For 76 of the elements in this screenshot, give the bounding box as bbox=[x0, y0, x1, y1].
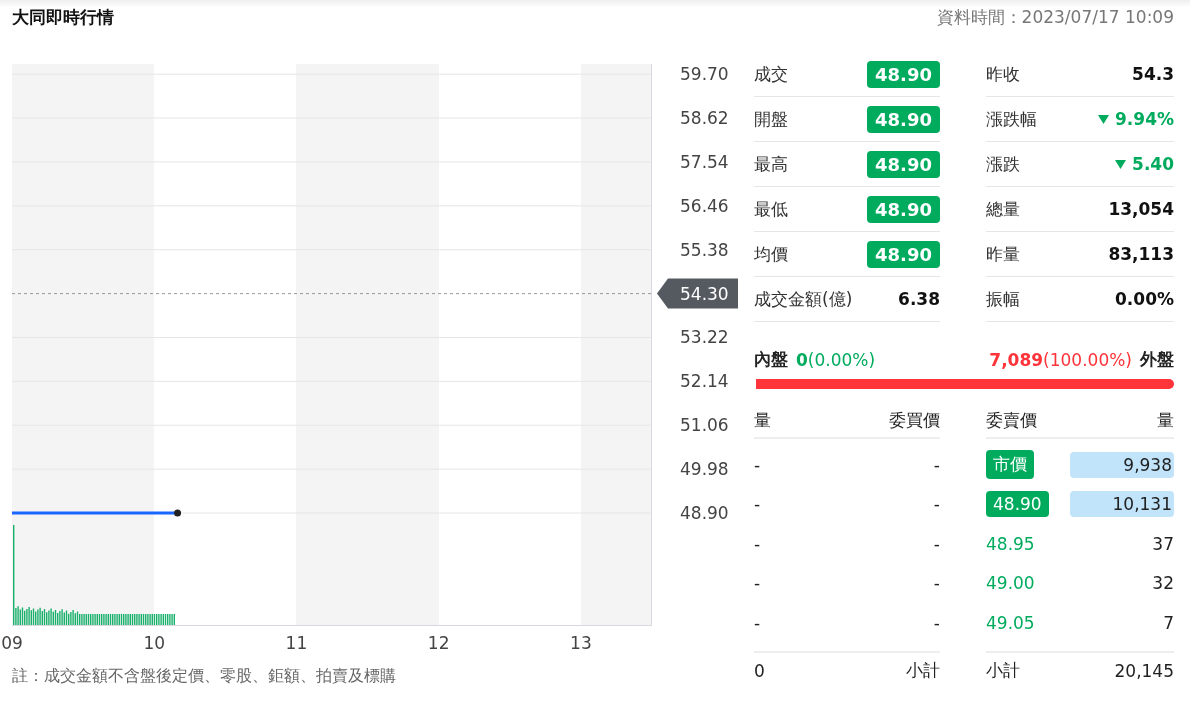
stat-label: 最低 bbox=[754, 197, 788, 221]
outer-label: 外盤 bbox=[1140, 348, 1174, 371]
outer-volume: 7,089(100.00%) bbox=[989, 349, 1132, 370]
stat-label: 成交 bbox=[754, 62, 788, 86]
stat-label: 漲跌 bbox=[986, 152, 1020, 176]
price-badge: 48.90 bbox=[867, 60, 940, 88]
y-axis-label: 49.98 bbox=[680, 459, 729, 480]
ask-volume: 7 bbox=[1163, 612, 1174, 633]
stat-label: 振幅 bbox=[986, 287, 1020, 311]
stat-value: 83,113 bbox=[1108, 244, 1174, 264]
ask-price: 49.00 bbox=[986, 573, 1035, 594]
subtotal-label: 小計 bbox=[986, 659, 1020, 682]
bid-volume: - bbox=[754, 573, 761, 594]
data-time: 資料時間：2023/07/17 10:09 bbox=[936, 5, 1174, 29]
stat-label: 最高 bbox=[754, 152, 788, 176]
ask-price: 49.05 bbox=[986, 612, 1035, 633]
price-badge: 48.90 bbox=[986, 491, 1049, 518]
subtotal-value: 20,145 bbox=[1114, 660, 1174, 681]
stat-value: 9.94% bbox=[1115, 109, 1174, 129]
bid-volume: - bbox=[754, 612, 761, 633]
stat-value: 54.3 bbox=[1132, 64, 1174, 84]
x-axis-label: 11 bbox=[285, 633, 308, 653]
reference-price: 54.30 bbox=[680, 283, 729, 304]
stat-value: 6.38 bbox=[898, 289, 940, 309]
ask-price: 48.95 bbox=[986, 533, 1035, 554]
stat-value: 0.00% bbox=[1115, 289, 1174, 309]
price-badge: 市價 bbox=[986, 450, 1034, 480]
stat-value: 5.40 bbox=[1132, 154, 1174, 174]
bid-price: - bbox=[933, 494, 940, 515]
y-axis-label: 51.06 bbox=[680, 415, 729, 436]
y-axis-label: 53.22 bbox=[680, 327, 729, 348]
last-price-dot bbox=[174, 509, 182, 517]
stat-label: 漲跌幅 bbox=[986, 107, 1037, 131]
bid-volume: - bbox=[754, 533, 761, 554]
volume-bar: 10,131 bbox=[1070, 491, 1174, 518]
column-header: 委買價 bbox=[889, 408, 940, 432]
volume-bar: 9,938 bbox=[1070, 451, 1174, 478]
price-badge: 48.90 bbox=[867, 105, 940, 133]
bid-volume: - bbox=[754, 454, 761, 475]
y-axis-label: 48.90 bbox=[680, 503, 729, 524]
stat-label: 昨收 bbox=[986, 62, 1020, 86]
price-badge: 48.90 bbox=[867, 195, 940, 223]
y-axis-label: 58.62 bbox=[680, 108, 729, 129]
y-axis-label: 52.14 bbox=[680, 371, 729, 392]
subtotal-label: 小計 bbox=[906, 659, 940, 682]
inner-label: 內盤 bbox=[754, 348, 788, 371]
bid-price: - bbox=[933, 612, 940, 633]
bid-price: - bbox=[933, 533, 940, 554]
y-axis-label: 56.46 bbox=[680, 195, 729, 216]
stat-label: 均價 bbox=[754, 242, 788, 266]
price-badge: 48.90 bbox=[867, 150, 940, 178]
footnote: 註：成交金額不含盤後定價、零股、鉅額、拍賣及標購 bbox=[12, 666, 396, 685]
price-badge: 48.90 bbox=[867, 240, 940, 268]
column-header: 量 bbox=[1157, 408, 1174, 432]
y-axis-label: 55.38 bbox=[680, 239, 729, 260]
column-header: 量 bbox=[754, 408, 771, 432]
page-title: 大同即時行情 bbox=[12, 5, 114, 29]
x-axis-label: 09 bbox=[1, 633, 23, 653]
ask-volume: 37 bbox=[1152, 533, 1174, 554]
stat-label: 昨量 bbox=[986, 242, 1020, 266]
y-axis-label: 57.54 bbox=[680, 151, 729, 172]
bid-price: - bbox=[933, 573, 940, 594]
inner-volume: 0(0.00%) bbox=[796, 349, 876, 370]
ask-volume: 32 bbox=[1152, 573, 1174, 594]
stat-value: 13,054 bbox=[1108, 199, 1174, 219]
bid-volume: - bbox=[754, 494, 761, 515]
y-axis-label: 59.70 bbox=[680, 64, 729, 85]
column-header: 委賣價 bbox=[986, 408, 1037, 432]
x-axis-label: 12 bbox=[427, 633, 450, 653]
x-axis-label: 10 bbox=[143, 633, 166, 653]
x-axis-label: 13 bbox=[570, 633, 592, 653]
bid-price: - bbox=[933, 454, 940, 475]
stat-label: 總量 bbox=[986, 197, 1020, 221]
stat-label: 開盤 bbox=[754, 107, 788, 131]
stat-label: 成交金額(億) bbox=[754, 287, 853, 311]
subtotal-value: 0 bbox=[754, 660, 765, 681]
